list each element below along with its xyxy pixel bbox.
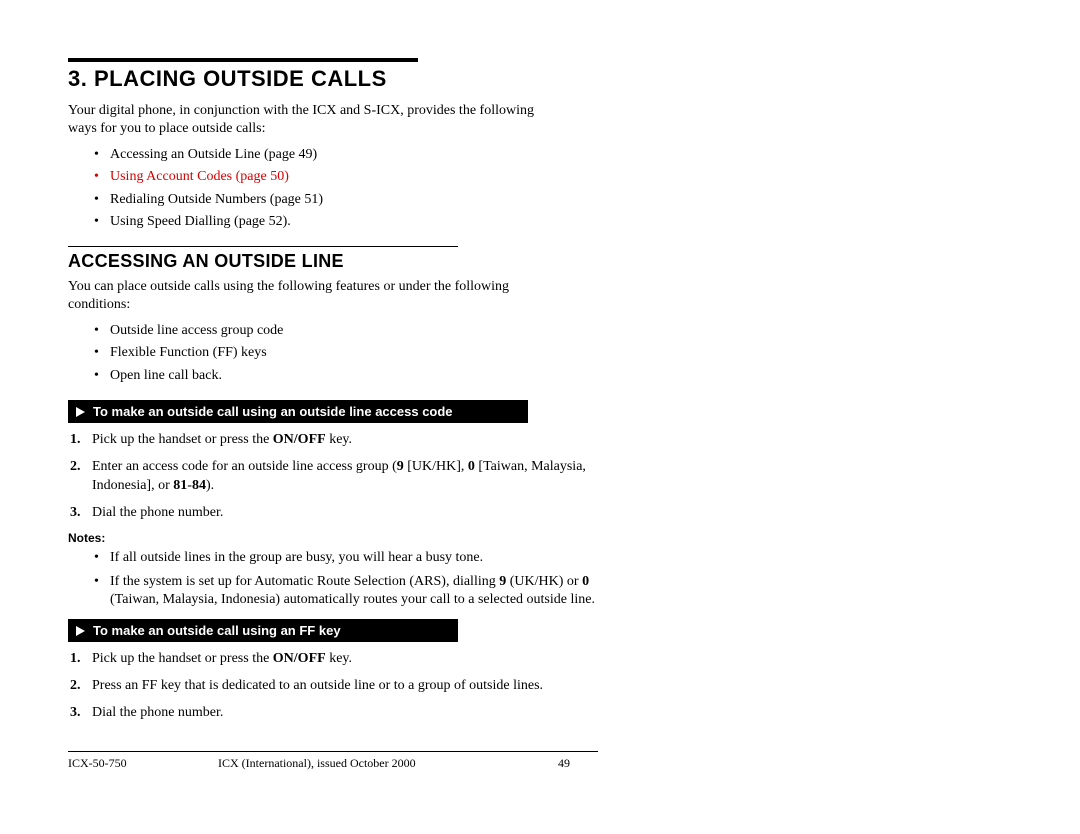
code: 9	[397, 459, 404, 474]
list-item: Redialing Outside Numbers (page 51)	[110, 190, 598, 210]
note-item: If all outside lines in the group are bu…	[110, 549, 598, 567]
feature-list: Outside line access group code Flexible …	[68, 321, 598, 386]
list-item: Accessing an Outside Line (page 49)	[110, 145, 598, 165]
play-icon	[76, 626, 85, 636]
notes-label: Notes:	[68, 531, 598, 545]
page-footer: ICX-50-750 ICX (International), issued O…	[68, 756, 598, 771]
step-text: key.	[326, 651, 352, 666]
step-text: ).	[206, 478, 214, 493]
step: Enter an access code for an outside line…	[92, 458, 598, 496]
code: 0	[582, 574, 589, 589]
play-icon	[76, 407, 85, 417]
step: Press an FF key that is dedicated to an …	[92, 677, 598, 696]
h1-rule	[68, 58, 418, 62]
note-text: (Taiwan, Malaysia, Indonesia) automatica…	[110, 592, 595, 607]
intro-line-1: Your digital phone, in conjunction with …	[68, 103, 534, 118]
procedure-title: To make an outside call using an outside…	[93, 404, 453, 419]
intro-paragraph-1: Your digital phone, in conjunction with …	[68, 102, 598, 137]
note-text: (UK/HK) or	[506, 574, 582, 589]
note-text: If the system is set up for Automatic Ro…	[110, 574, 499, 589]
intro-paragraph-2: You can place outside calls using the fo…	[68, 278, 598, 313]
chapter-title: 3. Placing Outside Calls	[68, 66, 598, 92]
procedure-title: To make an outside call using an FF key	[93, 623, 341, 638]
procedure-heading-1: To make an outside call using an outside…	[68, 400, 528, 423]
step: Dial the phone number.	[92, 704, 598, 723]
footer-rule	[68, 751, 598, 752]
step-text: Pick up the handset or press the	[92, 432, 273, 447]
list-item: Using Speed Dialling (page 52).	[110, 212, 598, 232]
notes-list: If all outside lines in the group are bu…	[68, 549, 598, 610]
procedure-steps-2: Pick up the handset or press the ON/OFF …	[68, 650, 598, 723]
code: 84	[192, 478, 206, 493]
topic-list: Accessing an Outside Line (page 49) Usin…	[68, 145, 598, 232]
doc-number: ICX-50-750	[68, 756, 218, 771]
step-text: [UK/HK],	[404, 459, 468, 474]
step-text: Enter an access code for an outside line…	[92, 459, 397, 474]
content-column: 3. Placing Outside Calls Your digital ph…	[68, 58, 598, 771]
intro-line-2: ways for you to place outside calls:	[68, 121, 266, 136]
key-name: ON/OFF	[273, 432, 326, 447]
step: Pick up the handset or press the ON/OFF …	[92, 650, 598, 669]
list-item: Flexible Function (FF) keys	[110, 343, 598, 363]
procedure-steps-1: Pick up the handset or press the ON/OFF …	[68, 431, 598, 523]
code: 81	[173, 478, 187, 493]
document-page: 3. Placing Outside Calls Your digital ph…	[0, 0, 1080, 834]
doc-issue: ICX (International), issued October 2000	[218, 756, 558, 771]
step-text: Pick up the handset or press the	[92, 651, 273, 666]
list-item-active[interactable]: Using Account Codes (page 50)	[110, 167, 598, 187]
intro2-line-1: You can place outside calls using the fo…	[68, 279, 509, 294]
page-number: 49	[558, 756, 598, 771]
step: Dial the phone number.	[92, 504, 598, 523]
list-item: Outside line access group code	[110, 321, 598, 341]
procedure-heading-2: To make an outside call using an FF key	[68, 619, 458, 642]
code: 0	[468, 459, 475, 474]
step-text: key.	[326, 432, 352, 447]
key-name: ON/OFF	[273, 651, 326, 666]
section-title: Accessing an Outside Line	[68, 251, 598, 272]
intro2-line-2: conditions:	[68, 297, 130, 312]
h2-rule	[68, 246, 458, 247]
note-item: If the system is set up for Automatic Ro…	[110, 573, 598, 609]
list-item: Open line call back.	[110, 366, 598, 386]
step: Pick up the handset or press the ON/OFF …	[92, 431, 598, 450]
